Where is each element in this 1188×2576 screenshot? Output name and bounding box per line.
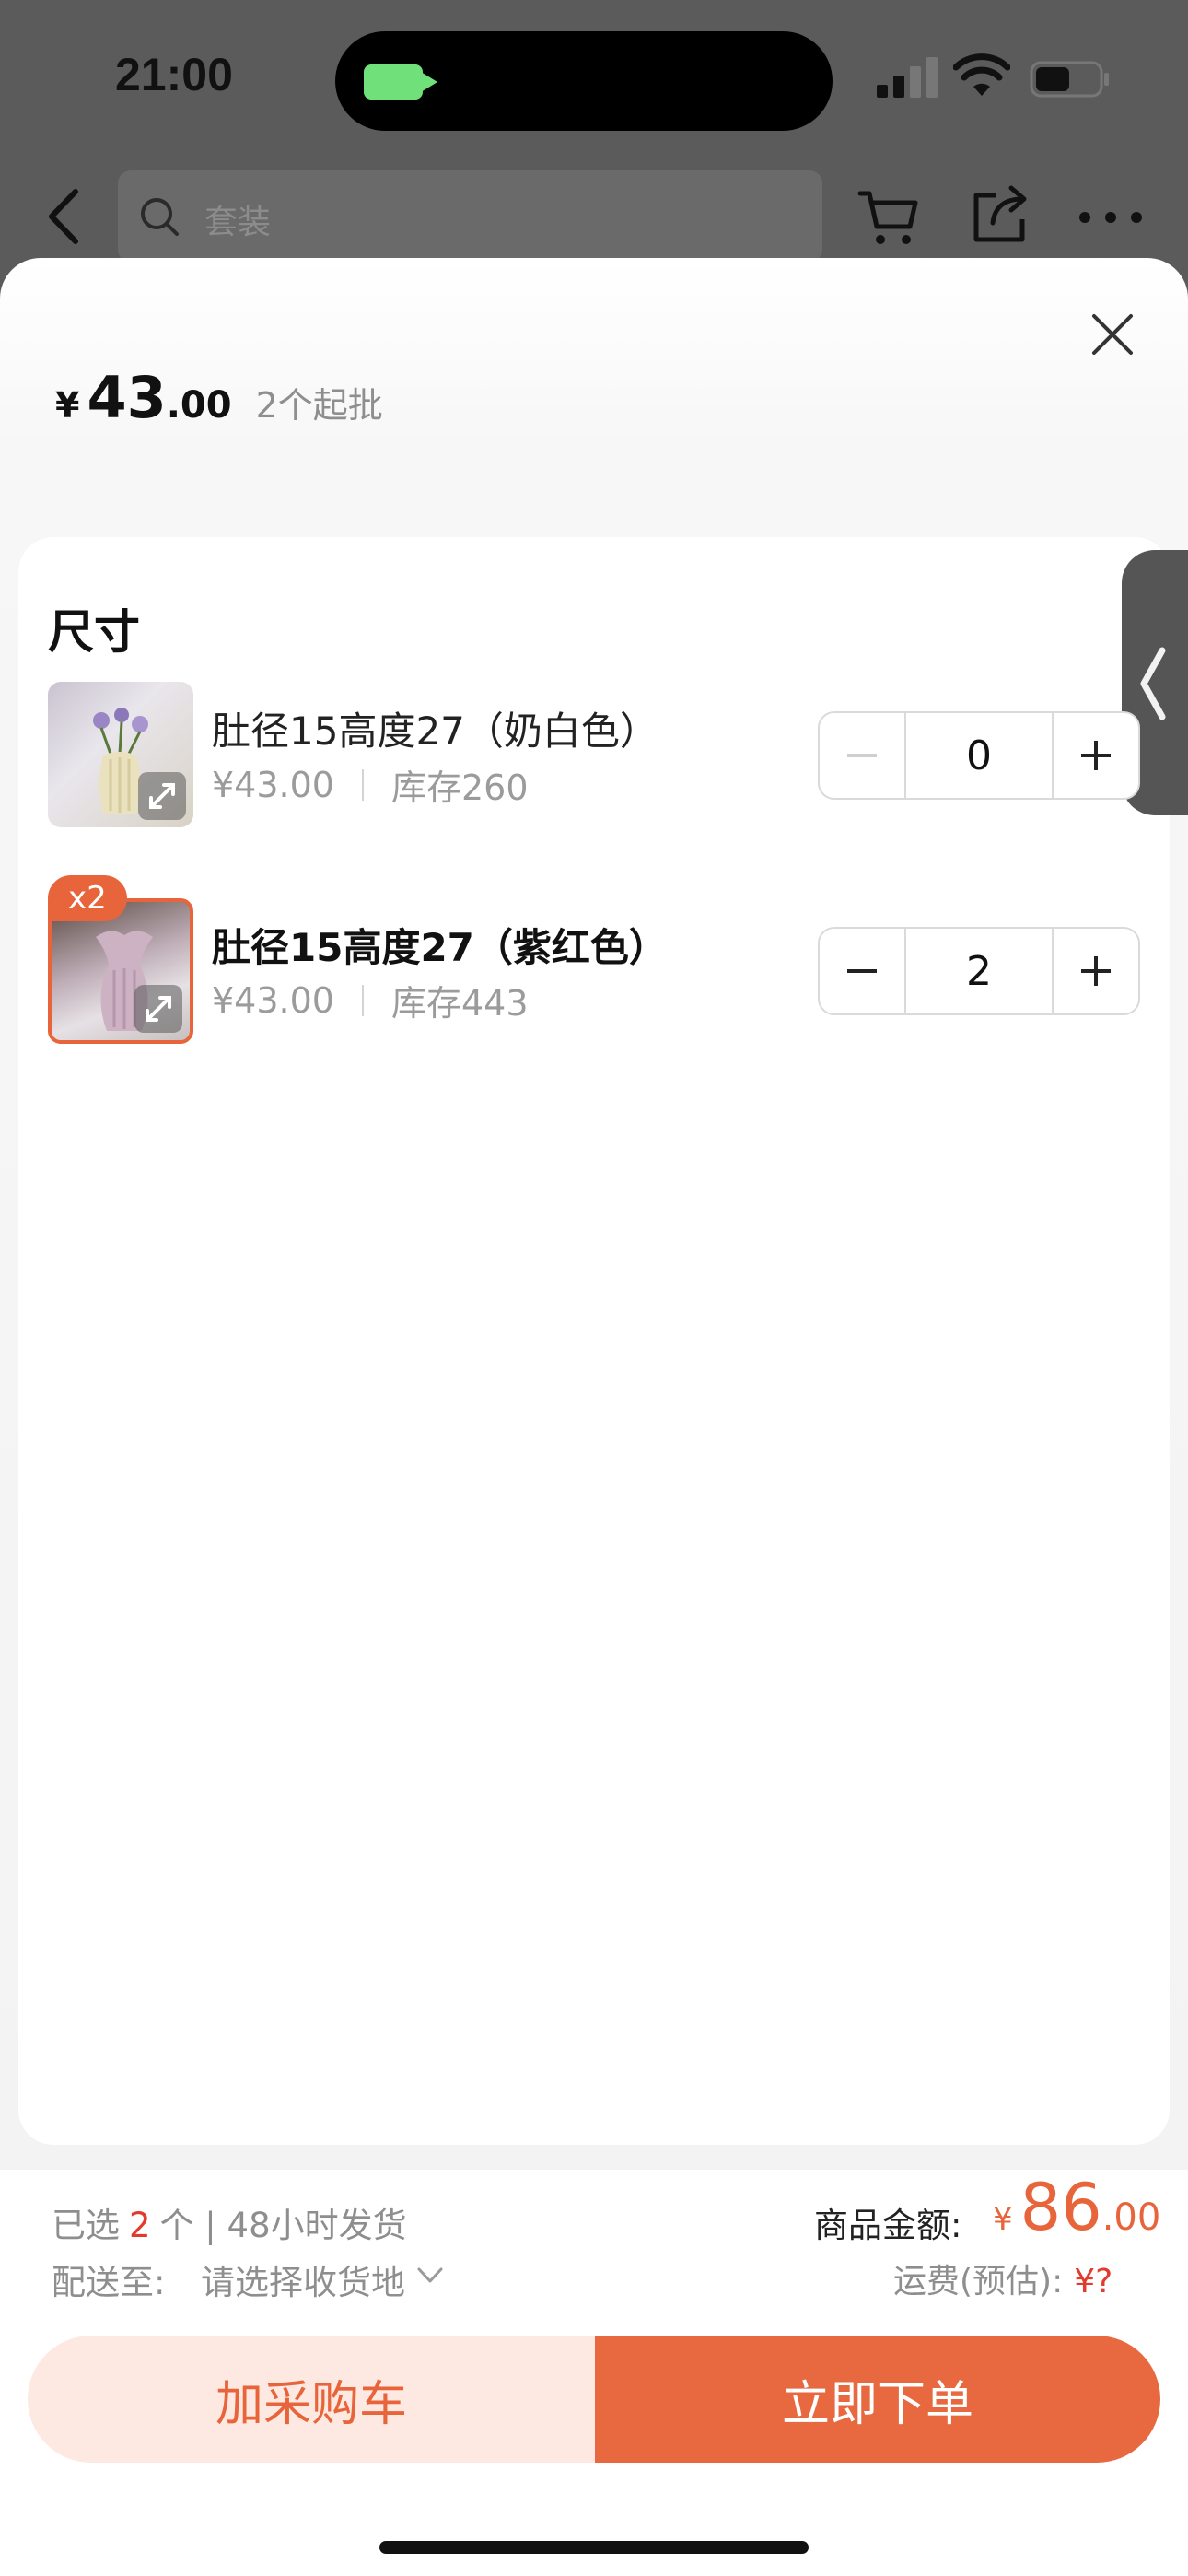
battery-icon: [1030, 61, 1109, 98]
expand-image-icon[interactable]: [138, 772, 186, 820]
item-stock: 库存443: [390, 983, 529, 1024]
expand-image-icon[interactable]: [134, 985, 182, 1033]
buy-now-button[interactable]: 立即下单: [595, 2336, 1160, 2463]
selected-prefix: 已选: [52, 2206, 120, 2245]
quantity-value[interactable]: 2: [904, 929, 1054, 1013]
decrease-button[interactable]: [820, 929, 904, 1013]
total-amount: ¥ 86 .00: [993, 2170, 1160, 2245]
price-integer: 43: [87, 364, 167, 431]
home-indicator[interactable]: [379, 2541, 809, 2554]
close-icon[interactable]: [1087, 309, 1138, 360]
product-thumbnail[interactable]: [48, 682, 193, 827]
increase-button[interactable]: [1054, 929, 1138, 1013]
quantity-value[interactable]: 0: [904, 713, 1054, 798]
min-order-quantity: 2个起批: [255, 385, 383, 426]
price-decimal: .00: [166, 384, 232, 427]
chevron-left-icon: [1140, 647, 1166, 720]
total-decimal: .00: [1101, 2196, 1161, 2239]
back-arrow-icon[interactable]: [37, 184, 92, 249]
item-name: 肚径15高度27（紫红色）: [212, 925, 668, 970]
item-stock: 库存260: [390, 767, 529, 808]
share-icon[interactable]: [969, 182, 1031, 247]
wifi-icon: [953, 53, 1010, 96]
status-time: 21:00: [115, 49, 233, 100]
cart-icon[interactable]: [856, 184, 921, 249]
chevron-down-icon[interactable]: [416, 2265, 444, 2287]
quantity-badge: x2: [48, 875, 127, 921]
increase-button[interactable]: [1054, 713, 1138, 798]
unit-price: ¥ 43 .00 2个起批: [55, 364, 383, 438]
freight-value: ¥?: [1074, 2263, 1113, 2301]
search-icon: [141, 198, 179, 236]
ship-to-selector[interactable]: 请选择收货地: [201, 2254, 405, 2304]
divider: [361, 768, 364, 801]
selection-summary: 已选 2 个 | 48小时发货: [52, 2197, 407, 2247]
section-title: 尺寸: [48, 605, 140, 659]
quantity-stepper: 2: [818, 927, 1140, 1015]
search-placeholder: 套装: [204, 204, 272, 241]
item-meta: ¥43.00 库存443: [212, 975, 529, 1025]
price-currency: ¥: [55, 385, 80, 426]
total-currency: ¥: [993, 2201, 1013, 2238]
item-meta: ¥43.00 库存260: [212, 759, 529, 810]
divider: [361, 984, 364, 1016]
cellular-signal-icon: [877, 57, 938, 98]
more-options-icon[interactable]: [1077, 210, 1144, 225]
decrease-button[interactable]: [820, 713, 904, 798]
selected-count: 2: [129, 2206, 151, 2245]
facetime-camera-icon: [364, 64, 437, 100]
total-label: 商品金额:: [814, 2206, 962, 2245]
freight-label: 运费(预估):: [893, 2263, 1064, 2301]
item-name: 肚径15高度27（奶白色）: [212, 708, 658, 754]
quantity-stepper: 0: [818, 711, 1140, 800]
add-to-cart-button[interactable]: 加采购车: [28, 2336, 595, 2463]
item-price: ¥43.00: [212, 764, 334, 805]
item-price: ¥43.00: [212, 979, 334, 1021]
ship-to-label: 配送至:: [52, 2263, 166, 2302]
freight-estimate: 运费(预估): ¥?: [893, 2254, 1112, 2302]
total-integer: 86: [1019, 2170, 1102, 2245]
selected-suffix: 个 | 48小时发货: [159, 2206, 407, 2245]
